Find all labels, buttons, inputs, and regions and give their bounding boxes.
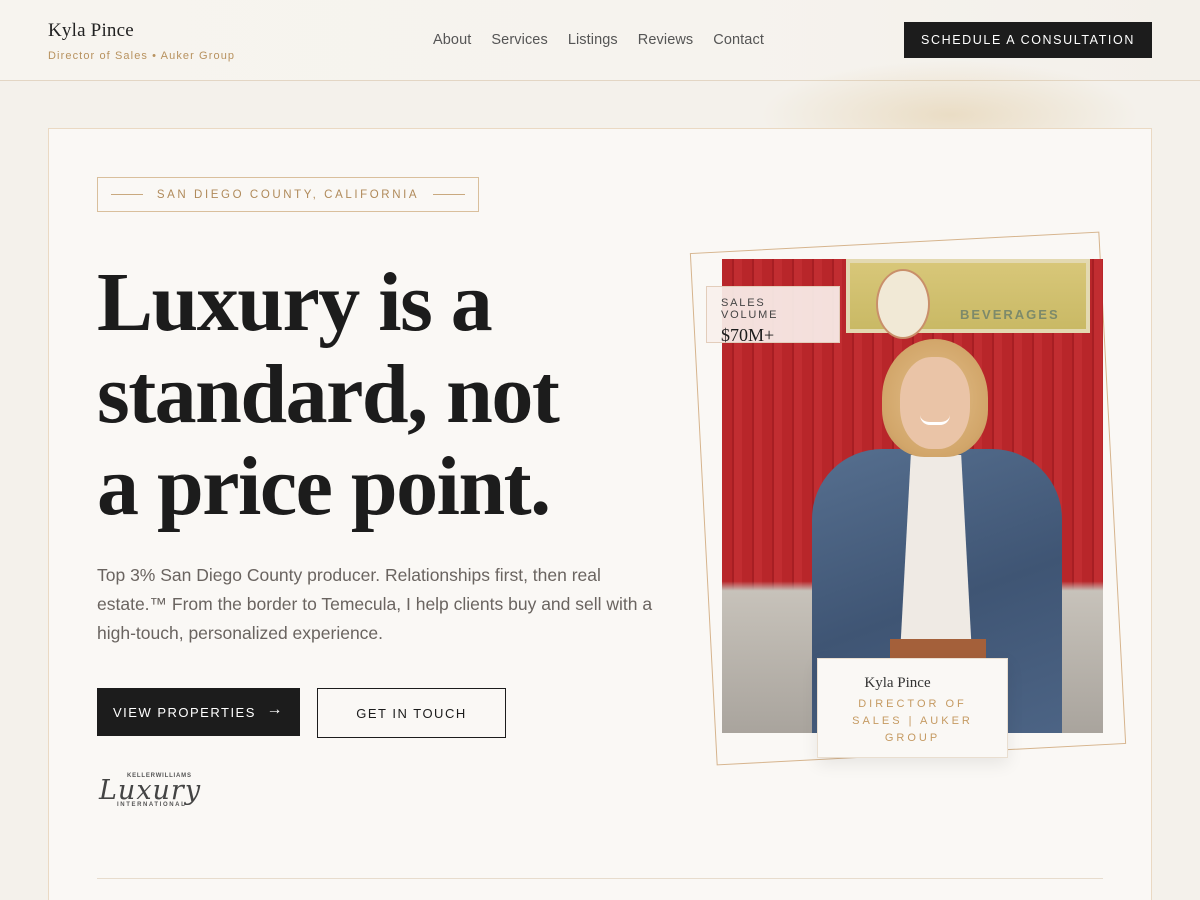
headline-line-3: a price point.: [97, 440, 551, 533]
tag-line-right: [433, 194, 466, 195]
nav-about[interactable]: About: [433, 32, 471, 48]
figure-shirt: [900, 455, 972, 655]
headline-line-1: Luxury is a: [97, 256, 493, 349]
hero-description: Top 3% San Diego County producer. Relati…: [97, 565, 653, 643]
photo-background-sign: BEVERAGES: [846, 259, 1090, 339]
headline-line-2: standard, not: [97, 348, 560, 441]
agent-role: DIRECTOR OF SALES | AUKER GROUP: [852, 698, 973, 744]
agent-name: Kyla Pince: [864, 675, 931, 691]
view-properties-label: VIEW PROPERTIES: [113, 704, 256, 720]
section-divider: [97, 878, 1103, 879]
nav-contact[interactable]: Contact: [713, 32, 764, 48]
stat-label: SALES VOLUME: [721, 297, 779, 321]
agent-name-card: Kyla Pince DIRECTOR OF SALES | AUKER GRO…: [817, 658, 1008, 758]
hero-headline: Luxury is a standard, not a price point.: [97, 257, 657, 533]
brand-subtitle: Director of Sales • Auker Group: [48, 50, 236, 62]
logo-bottom-text: INTERNATIONAL: [117, 802, 187, 808]
arrow-right-icon: →: [266, 701, 284, 718]
brand-name[interactable]: Kyla Pince: [48, 20, 134, 42]
sales-volume-card: SALES VOLUME $70M+: [706, 286, 840, 345]
hero-card: SAN DIEGO COUNTY, CALIFORNIA Luxury is a…: [48, 128, 1152, 900]
nav-reviews[interactable]: Reviews: [638, 32, 694, 48]
get-in-touch-button[interactable]: GET IN TOUCH: [317, 688, 506, 738]
sign-emblem: [876, 269, 930, 339]
figure-face: [900, 357, 970, 449]
nav-listings[interactable]: Listings: [568, 32, 618, 48]
sign-text: BEVERAGES: [960, 307, 1060, 322]
schedule-consultation-button[interactable]: SCHEDULE A CONSULTATION: [904, 22, 1152, 58]
location-tag: SAN DIEGO COUNTY, CALIFORNIA: [97, 177, 479, 212]
view-properties-button[interactable]: VIEW PROPERTIES →: [97, 688, 300, 736]
tag-line-left: [110, 194, 143, 195]
keller-williams-luxury-logo: KELLERWILLIAMS Luxury INTERNATIONAL: [99, 769, 223, 813]
stat-value: $70M+: [721, 325, 775, 345]
location-text: SAN DIEGO COUNTY, CALIFORNIA: [156, 188, 420, 201]
main-nav: About Services Listings Reviews Contact: [433, 32, 764, 48]
nav-services[interactable]: Services: [491, 32, 547, 48]
